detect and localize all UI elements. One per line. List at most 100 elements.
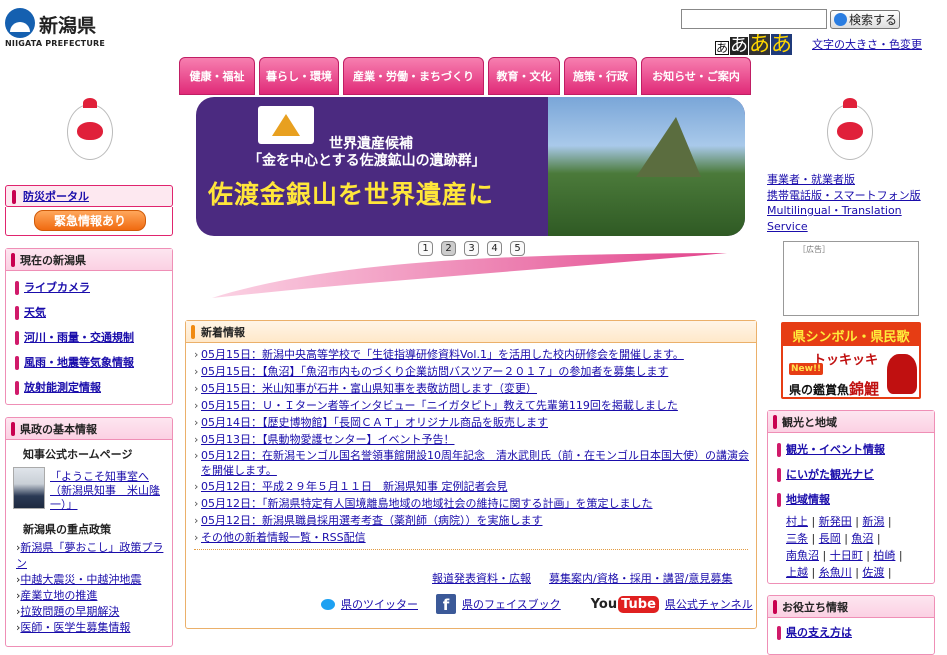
news-item: 05月12日：平成２９年５月１１日 新潟県知事 定例記者会見	[194, 478, 756, 495]
font-size-large-button[interactable]: あ	[749, 34, 771, 55]
city-link-itoigawa[interactable]: 糸魚川	[819, 566, 852, 579]
font-size-medium-button[interactable]: あ	[730, 37, 749, 55]
news-title: 新着情報	[186, 321, 756, 343]
news-link-8[interactable]: 05月12日：平成２９年５月１１日 新潟県知事 定例記者会見	[201, 480, 508, 493]
weather-link[interactable]: 天気	[24, 306, 46, 319]
policy-plan-link[interactable]: 新潟県「夢おこし」政策プラン	[16, 541, 163, 570]
earthquake-link[interactable]: 中越大震災・中越沖地震	[20, 573, 141, 586]
doctor-recruit-link[interactable]: 医師・医学生募集情報	[20, 621, 130, 634]
city-link-sanjo[interactable]: 三条	[786, 532, 808, 545]
city-link-nagaoka[interactable]: 長岡	[819, 532, 841, 545]
news-link-4[interactable]: 05月15日：Ｕ・Ｉターン者等インタビュー「ニイガタピト」教えて先輩第119回を…	[201, 399, 678, 412]
news-item: 05月15日：新潟中央高等学校で「生徒指導研修資料Vol.1」を活用した校内研修…	[194, 346, 756, 363]
font-size-selector: あ あ あ あ	[715, 34, 793, 55]
search-button-label: 検索する	[849, 13, 898, 27]
city-link-murakami[interactable]: 村上	[786, 515, 808, 528]
news-link-7[interactable]: 05月12日：在新潟モンゴル国名誉領事館開設10周年記念 清水武則氏（前・在モン…	[201, 449, 749, 477]
current-niigata-box: 現在の新潟県 ライブカメラ 天気 河川・雨量・交通規制 風雨・地震等気象情報 放…	[5, 248, 173, 405]
prefecture-symbol-banner[interactable]: 県シンボル・県民歌 トッキッキ New!! 県の鑑賞魚錦鯉	[781, 322, 921, 399]
twitter-link[interactable]: 県のツイッター	[341, 596, 418, 612]
city-link-niigata[interactable]: 新潟	[862, 515, 884, 528]
governor-photo-image	[13, 467, 45, 509]
news-rss-link[interactable]: その他の新着情報一覧・RSS配信	[201, 531, 366, 544]
mobile-version-link[interactable]: 携帯電話版・スマートフォン版	[767, 189, 921, 202]
news-link-1[interactable]: 05月15日：新潟中央高等学校で「生徒指導研修資料Vol.1」を活用した校内研修…	[201, 348, 684, 361]
koi-label: 県の鑑賞魚	[789, 383, 850, 397]
emergency-alert-label: 緊急情報あり	[53, 214, 126, 228]
news-separator	[194, 549, 748, 550]
abduction-issue-link[interactable]: 拉致問題の早期解決	[20, 605, 119, 618]
city-link-kashiwazaki[interactable]: 柏崎	[873, 549, 895, 562]
news-item: 05月14日：【歴史博物館】「長岡ＣＡＴ」オリジナル商品を販売します	[194, 414, 756, 431]
live-camera-link[interactable]: ライブカメラ	[24, 281, 90, 294]
business-version-link[interactable]: 事業者・就業者版	[767, 173, 855, 186]
bousai-portal-link[interactable]: 防災ポータル	[23, 188, 89, 204]
global-nav: 健康・福祉 暮らし・環境 産業・労働・まちづくり 教育・文化 施策・行政 お知ら…	[179, 57, 755, 95]
nav-tab-industry[interactable]: 産業・労働・まちづくり	[343, 57, 484, 95]
city-link-shibata[interactable]: 新発田	[819, 515, 852, 528]
search-input[interactable]	[681, 9, 827, 29]
region-info-link[interactable]: 地域情報	[786, 493, 830, 506]
nav-tab-news[interactable]: お知らせ・ご案内	[641, 57, 751, 95]
nav-tab-policy[interactable]: 施策・行政	[564, 57, 637, 95]
font-size-color-button[interactable]: あ	[771, 34, 793, 55]
koi-name: 錦鯉	[849, 380, 880, 398]
radiation-link[interactable]: 放射能測定情報	[24, 381, 101, 394]
koi-fish-icon	[887, 354, 917, 394]
nav-tab-health[interactable]: 健康・福祉	[179, 57, 255, 95]
youtube-logo-tube: Tube	[618, 595, 659, 613]
ad-label: ［広告］	[798, 245, 830, 254]
current-niigata-title: 現在の新潟県	[6, 249, 172, 271]
useful-info-first-link[interactable]: 県の支え方は	[786, 626, 852, 639]
city-link-uonuma[interactable]: 魚沼	[851, 532, 873, 545]
tourism-events-link[interactable]: 観光・イベント情報	[786, 443, 885, 456]
news-item: 05月12日：在新潟モンゴル国名誉領事館開設10周年記念 清水武則氏（前・在モン…	[194, 448, 756, 478]
banner-mountain-shape	[636, 117, 701, 177]
nav-tab-life[interactable]: 暮らし・環境	[259, 57, 339, 95]
social-links: 県のツイッター f 県のフェイスブック You Tube 県公式チャンネル	[321, 594, 753, 614]
search-button[interactable]: 検索する	[830, 10, 900, 29]
logo-text: 新潟県	[39, 15, 97, 37]
mascot-left-image	[55, 98, 125, 170]
governor-title: 知事公式ホームページ	[23, 448, 133, 461]
new-badge: New!!	[789, 363, 824, 375]
city-link-tokamachi[interactable]: 十日町	[830, 549, 863, 562]
news-link-6[interactable]: 05月13日：【県動物愛護センター】イベント予告！	[201, 433, 455, 446]
font-color-settings-link[interactable]: 文字の大きさ・色変更	[812, 36, 922, 52]
kensei-info-box: 県政の基本情報 知事公式ホームページ 「ようこそ知事室へ（新潟県知事 米山隆一）…	[5, 417, 173, 647]
news-link-2[interactable]: 05月15日：【魚沼】「魚沼市内ものづくり企業訪問バスツアー２０１７」の参加者を…	[201, 365, 668, 378]
main-banner[interactable]: 世界遺産候補 「金を中心とする佐渡鉱山の遺跡群」 佐渡金銀山を世界遺産に	[196, 97, 745, 236]
facebook-icon: f	[436, 594, 456, 614]
weather-warning-link[interactable]: 風雨・地震等気象情報	[24, 356, 134, 369]
city-links: 村上 | 新発田 | 新潟 | 三条 | 長岡 | 魚沼 | 南魚沼 | 十日町…	[786, 515, 903, 579]
useful-info-box: お役立ち情報 県の支え方は	[767, 595, 935, 655]
governor-page-link[interactable]: 「ようこそ知事室へ（新潟県知事 米山隆一）」	[50, 470, 170, 512]
industry-location-link[interactable]: 産業立地の推進	[20, 589, 97, 602]
river-rain-traffic-link[interactable]: 河川・雨量・交通規制	[24, 331, 134, 344]
city-link-sado[interactable]: 佐渡	[862, 566, 884, 579]
emergency-alert-button[interactable]: 緊急情報あり	[34, 210, 146, 231]
recruitment-link[interactable]: 募集案内/資格・採用・講習/意見募集	[549, 570, 732, 586]
site-logo[interactable]: 新潟県 NIIGATA PREFECTURE	[5, 8, 125, 50]
multilingual-link[interactable]: Multilingual・Translation Service	[767, 204, 902, 233]
ad-area[interactable]: ［広告］	[783, 241, 919, 316]
news-link-5[interactable]: 05月14日：【歴史博物館】「長岡ＣＡＴ」オリジナル商品を販売します	[201, 416, 548, 429]
youtube-icon: You Tube	[590, 595, 659, 613]
news-item: その他の新着情報一覧・RSS配信	[194, 529, 756, 546]
news-item: 05月12日：「新潟県特定有人国境離島地域の地域社会の維持に関する計画」を策定し…	[194, 495, 756, 512]
city-link-joetsu[interactable]: 上越	[786, 566, 808, 579]
press-release-link[interactable]: 報道発表資料・広報	[432, 570, 531, 586]
youtube-link[interactable]: 県公式チャンネル	[665, 596, 753, 612]
facebook-link[interactable]: 県のフェイスブック	[462, 596, 561, 612]
font-size-small-button[interactable]: あ	[715, 41, 730, 55]
news-link-9[interactable]: 05月12日：「新潟県特定有人国境離島地域の地域社会の維持に関する計画」を策定し…	[201, 497, 653, 510]
logo-english: NIIGATA PREFECTURE	[5, 39, 106, 48]
youtube-logo-you: You	[590, 596, 618, 612]
koi-text: 県の鑑賞魚錦鯉	[789, 378, 879, 399]
city-link-minamiuonuma[interactable]: 南魚沼	[786, 549, 819, 562]
news-link-3[interactable]: 05月15日：米山知事が石井・富山県知事を表敬訪問します（変更）	[201, 382, 537, 395]
niigata-navi-link[interactable]: にいがた観光ナビ	[786, 468, 874, 481]
news-link-10[interactable]: 05月12日：新潟県職員採用選考考査（薬剤師（病院））を実施します	[201, 514, 543, 527]
news-box: 新着情報 05月15日：新潟中央高等学校で「生徒指導研修資料Vol.1」を活用し…	[185, 320, 757, 629]
nav-tab-education[interactable]: 教育・文化	[488, 57, 560, 95]
